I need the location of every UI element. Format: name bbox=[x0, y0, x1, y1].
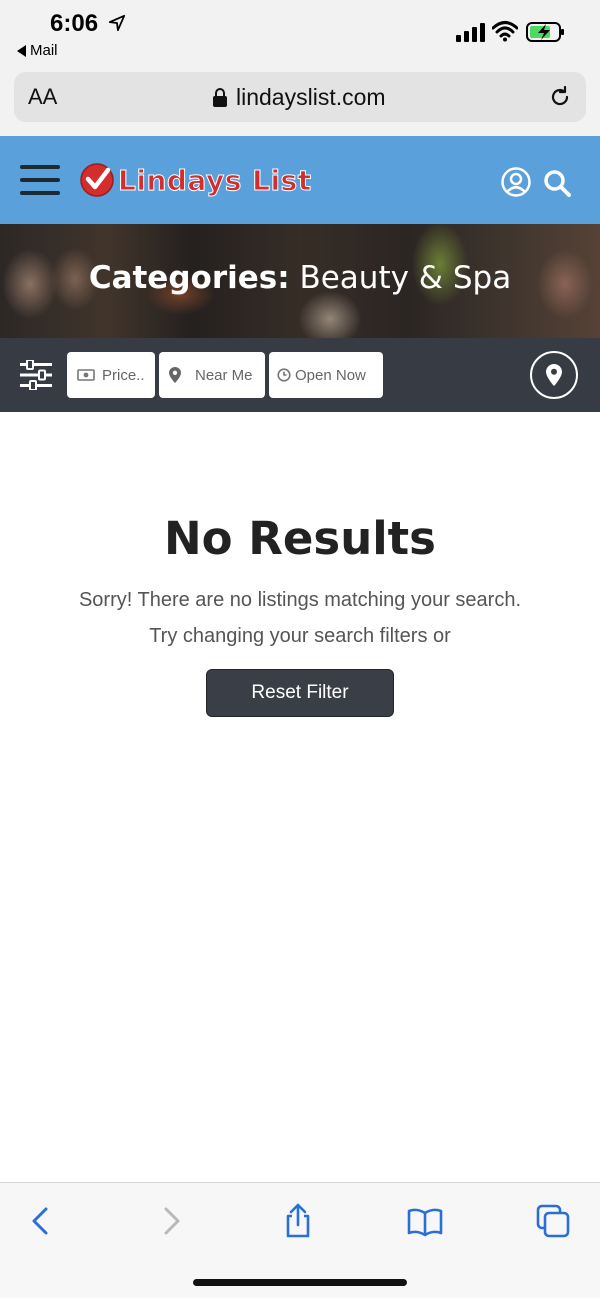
forward-icon[interactable] bbox=[154, 1203, 190, 1239]
lock-icon bbox=[213, 88, 227, 107]
no-results-hint: Try changing your search filters or bbox=[149, 625, 451, 647]
back-to-app-link[interactable]: Mail bbox=[17, 42, 58, 59]
tabs-icon[interactable] bbox=[535, 1203, 571, 1239]
reset-filter-button[interactable]: Reset Filter bbox=[206, 669, 394, 717]
status-time: 6:06 bbox=[50, 10, 99, 37]
browser-address-area: AA lindayslist.com bbox=[0, 66, 600, 136]
map-marker-icon bbox=[169, 367, 181, 383]
near-me-label: Near Me bbox=[195, 366, 253, 384]
map-pin-icon bbox=[546, 364, 562, 386]
open-now-filter-button[interactable]: Open Now bbox=[269, 352, 383, 398]
share-icon[interactable] bbox=[280, 1203, 316, 1239]
cellular-signal-icon bbox=[456, 23, 485, 42]
logo-text: Lindays List bbox=[118, 163, 312, 197]
filter-bar: Price.. Near Me Open Now bbox=[0, 338, 600, 412]
clock-icon bbox=[277, 368, 291, 382]
category-hero-banner: Categories: Beauty & Spa bbox=[0, 224, 600, 338]
status-bar: 6:06 Mail bbox=[0, 0, 600, 66]
battery-charging-icon bbox=[526, 22, 564, 42]
category-label: Categories: bbox=[88, 260, 290, 296]
location-arrow-icon bbox=[108, 14, 126, 32]
logo-check-icon bbox=[80, 163, 114, 197]
text-size-button[interactable]: AA bbox=[28, 84, 57, 110]
category-title: Categories: Beauty & Spa bbox=[0, 260, 600, 296]
hamburger-menu-icon[interactable] bbox=[20, 165, 60, 195]
near-me-filter-button[interactable]: Near Me bbox=[159, 352, 265, 398]
user-account-icon[interactable] bbox=[501, 167, 531, 197]
home-indicator bbox=[193, 1279, 407, 1286]
no-results-title: No Results bbox=[164, 512, 436, 565]
results-area: No Results Sorry! There are no listings … bbox=[0, 412, 600, 1182]
browser-toolbar bbox=[0, 1182, 600, 1298]
bookmarks-icon[interactable] bbox=[407, 1203, 443, 1239]
url-domain[interactable]: lindayslist.com bbox=[236, 84, 386, 111]
money-icon bbox=[77, 369, 95, 381]
back-app-label: Mail bbox=[30, 42, 58, 59]
address-bar[interactable]: AA lindayslist.com bbox=[14, 72, 586, 122]
filter-sliders-icon[interactable] bbox=[20, 360, 52, 390]
back-triangle-icon bbox=[17, 44, 26, 57]
reload-icon[interactable] bbox=[548, 85, 572, 109]
search-icon[interactable] bbox=[543, 169, 571, 197]
open-now-label: Open Now bbox=[295, 366, 366, 384]
price-filter-button[interactable]: Price.. bbox=[67, 352, 155, 398]
back-icon[interactable] bbox=[22, 1203, 58, 1239]
price-filter-label: Price.. bbox=[102, 366, 145, 384]
site-logo[interactable]: Lindays List bbox=[80, 160, 312, 200]
site-header: Lindays List bbox=[0, 136, 600, 224]
map-view-button[interactable] bbox=[530, 351, 578, 399]
no-results-message: Sorry! There are no listings matching yo… bbox=[78, 589, 522, 611]
wifi-icon bbox=[492, 21, 518, 42]
category-name: Beauty & Spa bbox=[299, 260, 512, 296]
